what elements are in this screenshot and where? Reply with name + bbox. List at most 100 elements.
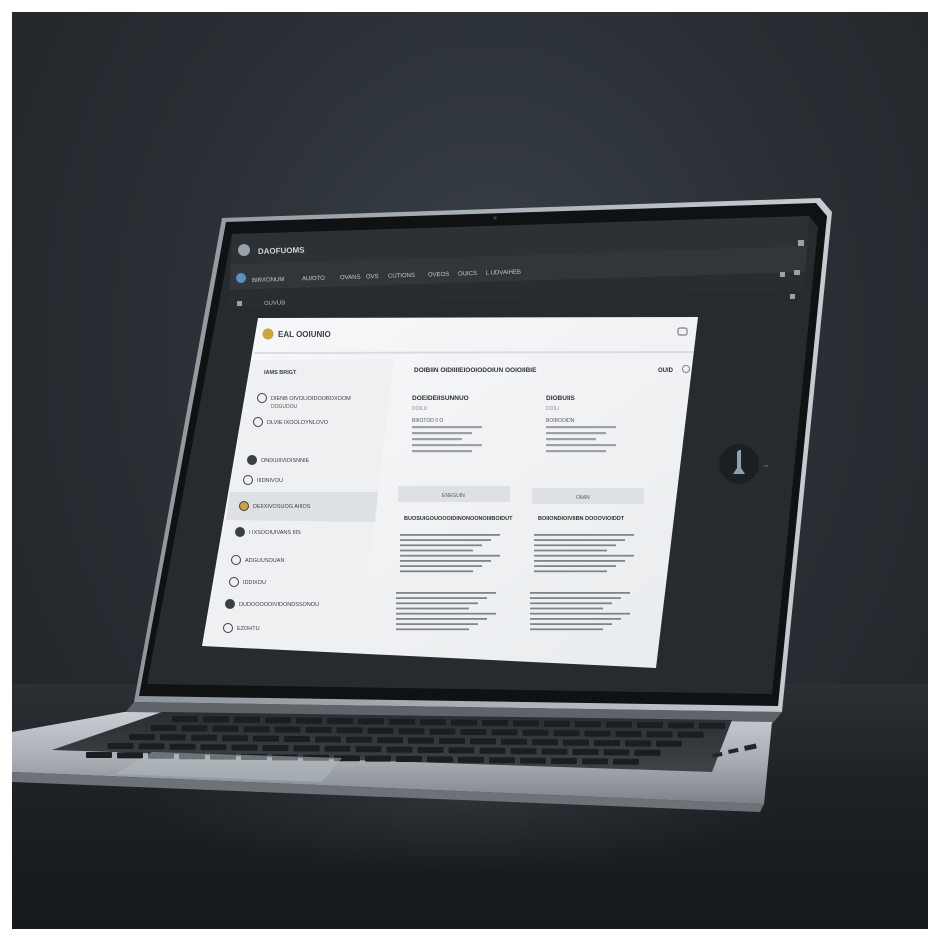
key (501, 738, 527, 745)
column-value-label: BIIIOTOD I! O (412, 418, 443, 424)
column-subheading: DOILI (546, 406, 559, 412)
paragraph-line (400, 565, 482, 567)
nav-settings-icon[interactable] (780, 272, 785, 277)
user-icon (235, 527, 245, 537)
paragraph-line (400, 560, 491, 562)
key (532, 739, 558, 746)
sidebar-item-label[interactable]: DEIIXIVOSUOG AIIIOS (253, 504, 311, 510)
sidebar-item-label[interactable]: DIENB OIVOLIOIDOOBOXOOM (271, 396, 351, 402)
key (336, 727, 363, 734)
key (262, 745, 289, 751)
key (265, 717, 291, 724)
nav-item[interactable]: BIRXONUM (252, 277, 285, 284)
key (634, 749, 661, 756)
key (522, 729, 549, 736)
nav-avatar-icon[interactable] (236, 273, 246, 283)
key (637, 722, 663, 728)
text-line (546, 432, 606, 435)
key (451, 719, 477, 726)
cloud-icon (225, 599, 235, 609)
breadcrumb-action-icon[interactable] (790, 294, 795, 299)
key (429, 728, 456, 735)
sidebar-item-label[interactable]: DUDOOOOOIVIDONDSSONOU (239, 602, 319, 608)
key (594, 740, 620, 746)
nav-item[interactable]: OUICS (458, 271, 477, 278)
sidebar-item-label[interactable]: I IXSOOIUIVANS IIIS (249, 530, 301, 536)
column-button-label: ENEGUIN (442, 493, 465, 499)
key (253, 735, 279, 742)
key (420, 719, 446, 726)
key (479, 747, 506, 754)
paragraph-line (400, 544, 482, 547)
paragraph-line (400, 534, 500, 536)
floating-widget-label: ▪▪▪ (764, 463, 769, 468)
nav-item[interactable]: L UDVAIHEB (486, 270, 521, 277)
key (234, 716, 260, 723)
sidebar-item-label[interactable]: IDDIXOU (243, 580, 266, 586)
content-header-right: OUID (658, 368, 674, 374)
paragraph-line (530, 618, 621, 620)
column-value-label: BOIBOOIDN (546, 418, 575, 424)
nav-item[interactable]: OVS (366, 274, 379, 280)
paragraph-line (400, 554, 500, 557)
paragraph-line (400, 570, 473, 573)
paragraph-line (396, 612, 496, 615)
nav-item[interactable]: AUIOTO (302, 276, 325, 283)
nav-item[interactable]: CUTIONS (388, 273, 415, 280)
key (699, 722, 725, 729)
paragraph-line (534, 539, 625, 541)
sidebar-item-label[interactable]: ADGUUSOUAN (245, 558, 284, 564)
key (584, 730, 611, 737)
text-line (546, 426, 616, 429)
nav-item[interactable]: OVANS (340, 275, 361, 282)
paragraph-line (396, 592, 496, 594)
key (389, 718, 415, 725)
sidebar-item-label[interactable]: IAMS BRIGT (264, 370, 297, 376)
column-button-label: OIIAN (576, 495, 590, 501)
key (606, 721, 632, 728)
key (668, 722, 694, 729)
laptop: DAOFUOMS BIRXONUM AUIOTO OVANS OVS CUTIONS OV… (12, 198, 832, 812)
column-heading: DIOBUIIS (546, 395, 576, 402)
key (582, 758, 608, 765)
paragraph-line (530, 592, 630, 594)
app-logo-icon (238, 244, 250, 256)
key (460, 729, 487, 735)
paragraph-line (534, 534, 634, 536)
breadcrumb-icon (237, 301, 242, 306)
column-section-title: BOIIONDIOIVIIBN DOOOVIOIDDT (538, 516, 625, 522)
paragraph-line (534, 544, 616, 547)
sidebar-item-label[interactable]: EZOHTU (237, 626, 260, 632)
text-line (412, 438, 462, 441)
column-section-title: BUOSUIGOUOOOIDINONOONOIIIBOIDUT (404, 516, 513, 522)
paragraph-line (530, 607, 603, 610)
key (315, 736, 341, 743)
key (117, 752, 143, 759)
sidebar-item-label[interactable]: ONIXUIIVIOISNNIE (261, 458, 310, 464)
key (327, 718, 353, 724)
sidebar-item-label[interactable]: IIIDNIVOU (257, 478, 283, 484)
card-title: EAL OOIUNIO (278, 330, 331, 339)
paragraph-line (530, 602, 612, 605)
key (646, 731, 673, 738)
paragraph-line (396, 607, 469, 610)
sidebar-item-label[interactable]: DLVIE IXOOLOYNLOVO (267, 420, 329, 426)
text-line (412, 432, 472, 435)
key (296, 717, 322, 724)
nav-item[interactable]: OVEOS (428, 272, 450, 279)
key (222, 735, 248, 742)
nav-expand-icon[interactable] (794, 270, 800, 275)
key (355, 746, 382, 753)
key (181, 725, 208, 732)
key (150, 725, 177, 731)
key (346, 736, 372, 743)
key (656, 740, 682, 747)
paragraph-line (534, 554, 634, 557)
key (284, 736, 310, 742)
key (625, 740, 651, 747)
key (365, 755, 391, 762)
paragraph-line (534, 570, 607, 573)
key (510, 748, 537, 755)
paragraph-line (400, 549, 473, 552)
key (427, 756, 453, 763)
